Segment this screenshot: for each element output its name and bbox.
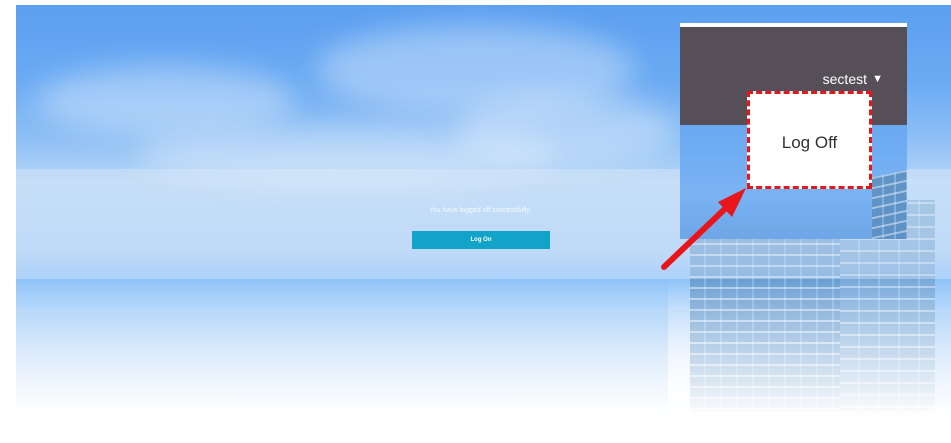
caret-down-icon[interactable]: ▼ xyxy=(872,73,883,85)
cloud xyxy=(36,65,296,135)
screenshot: You have logged off successfully. Log On… xyxy=(0,0,951,443)
logoff-success-message: You have logged off successfully. xyxy=(428,207,532,214)
username-label[interactable]: sectest xyxy=(823,71,867,87)
cloud xyxy=(456,95,676,165)
log-on-button[interactable]: Log On xyxy=(412,231,550,249)
log-off-menu-item[interactable]: Log Off xyxy=(750,94,869,186)
logoff-menu-highlight: Log Off xyxy=(747,91,872,189)
inset-building xyxy=(872,168,907,239)
